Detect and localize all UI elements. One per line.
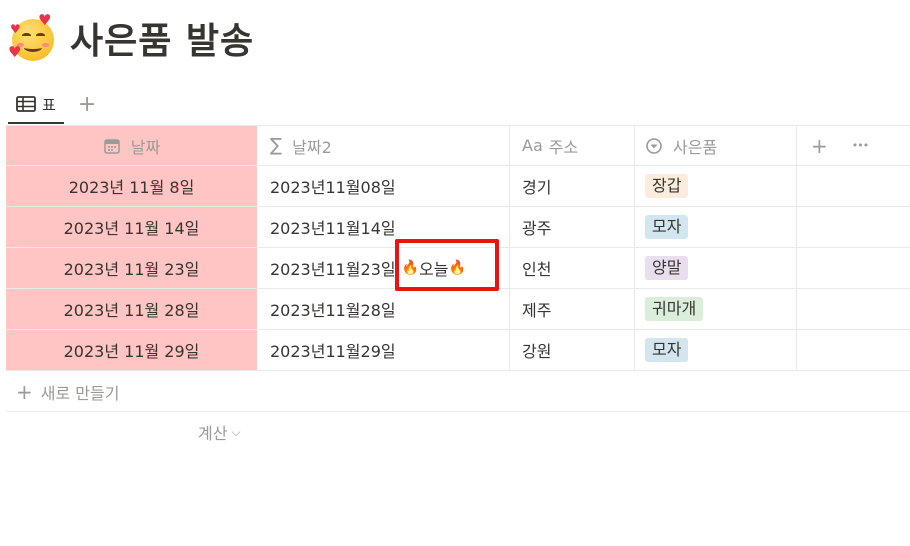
gift-tag: 귀마개 — [645, 297, 704, 321]
more-options-button[interactable]: ••• — [852, 139, 869, 152]
cell-date[interactable]: 2023년 11월 8일 — [6, 166, 258, 206]
cell-gift[interactable]: 귀마개 — [635, 289, 797, 329]
gift-tag: 장갑 — [645, 174, 689, 198]
select-icon — [645, 137, 663, 155]
page-title[interactable]: 사은품 발송 — [70, 12, 254, 64]
cell-empty — [797, 248, 910, 288]
calculate-label: 계산 — [198, 424, 228, 443]
cell-date2[interactable]: 2023년11월23일 🔥 오늘 🔥 — [258, 248, 510, 288]
add-view-button[interactable]: + — [78, 94, 96, 116]
cell-date2[interactable]: 2023년11월14일 — [258, 207, 510, 247]
page-header: ♥ ♥ ♥ 사은품 발송 — [8, 12, 254, 64]
column-label: 날짜 — [130, 137, 161, 157]
today-marker: 🔥 오늘 🔥 — [402, 256, 466, 280]
text-icon: Aa — [522, 136, 543, 155]
tab-table-view[interactable]: 표 — [8, 86, 64, 124]
table-icon — [16, 96, 36, 112]
table-row[interactable]: 2023년 11월 14일 2023년11월14일 광주 모자 — [6, 207, 910, 248]
table-header: 날짜 ∑ 날짜2 Aa 주소 사은품 + ••• — [6, 125, 910, 166]
fire-icon: 🔥 — [448, 260, 466, 276]
chevron-down-icon: ⌵ — [231, 424, 241, 439]
cell-gift[interactable]: 모자 — [635, 207, 797, 247]
tab-label: 표 — [42, 95, 56, 114]
cell-empty — [797, 166, 910, 206]
cell-date[interactable]: 2023년 11월 29일 — [6, 330, 258, 370]
cell-date[interactable]: 2023년 11월 28일 — [6, 289, 258, 329]
cell-address[interactable]: 강원 — [510, 330, 635, 370]
gift-tag: 양말 — [645, 256, 689, 280]
column-header-address[interactable]: Aa 주소 — [510, 126, 635, 165]
new-row-button[interactable]: + 새로 만들기 — [6, 372, 910, 412]
sigma-icon: ∑ — [270, 135, 283, 156]
fire-icon: 🔥 — [401, 260, 420, 276]
cell-empty — [797, 330, 910, 370]
date2-text: 2023년11월23일 — [270, 260, 396, 279]
column-label: 주소 — [548, 137, 579, 157]
cell-date2[interactable]: 2023년11월08일 — [258, 166, 510, 206]
cell-gift[interactable]: 모자 — [635, 330, 797, 370]
add-column-button[interactable]: + — [811, 134, 828, 158]
database-table: 날짜 ∑ 날짜2 Aa 주소 사은품 + ••• 2023년 11월 8일 20… — [6, 125, 910, 371]
table-row[interactable]: 2023년 11월 23일 2023년11월23일 🔥 오늘 🔥 인천 양말 — [6, 248, 910, 289]
cell-address[interactable]: 인천 — [510, 248, 635, 288]
gift-tag: 모자 — [645, 215, 689, 239]
today-label: 오늘 — [419, 260, 449, 279]
cell-address[interactable]: 광주 — [510, 207, 635, 247]
cell-gift[interactable]: 양말 — [635, 248, 797, 288]
smiling-face-with-hearts-icon[interactable]: ♥ ♥ ♥ — [8, 13, 58, 63]
column-header-gift[interactable]: 사은품 — [635, 126, 797, 165]
view-tabs: 표 + — [8, 86, 96, 124]
column-header-date2[interactable]: ∑ 날짜2 — [258, 126, 510, 165]
calendar-icon — [103, 137, 121, 155]
cell-address[interactable]: 제주 — [510, 289, 635, 329]
cell-empty — [797, 207, 910, 247]
column-header-actions: + ••• — [797, 126, 910, 165]
cell-address[interactable]: 경기 — [510, 166, 635, 206]
calculate-button[interactable]: 계산 ⌵ — [198, 420, 241, 444]
cell-empty — [797, 289, 910, 329]
cell-date2[interactable]: 2023년11월29일 — [258, 330, 510, 370]
cell-date[interactable]: 2023년 11월 14일 — [6, 207, 258, 247]
cell-gift[interactable]: 장갑 — [635, 166, 797, 206]
cell-date[interactable]: 2023년 11월 23일 — [6, 248, 258, 288]
column-header-date[interactable]: 날짜 — [6, 126, 258, 165]
gift-tag: 모자 — [645, 338, 689, 362]
plus-icon: + — [16, 379, 33, 404]
table-row[interactable]: 2023년 11월 8일 2023년11월08일 경기 장갑 — [6, 166, 910, 207]
table-row[interactable]: 2023년 11월 29일 2023년11월29일 강원 모자 — [6, 330, 910, 371]
table-row[interactable]: 2023년 11월 28일 2023년11월28일 제주 귀마개 — [6, 289, 910, 330]
column-label: 사은품 — [673, 137, 718, 157]
column-label: 날짜2 — [292, 137, 332, 157]
cell-date2[interactable]: 2023년11월28일 — [258, 289, 510, 329]
new-row-label: 새로 만들기 — [40, 383, 120, 403]
